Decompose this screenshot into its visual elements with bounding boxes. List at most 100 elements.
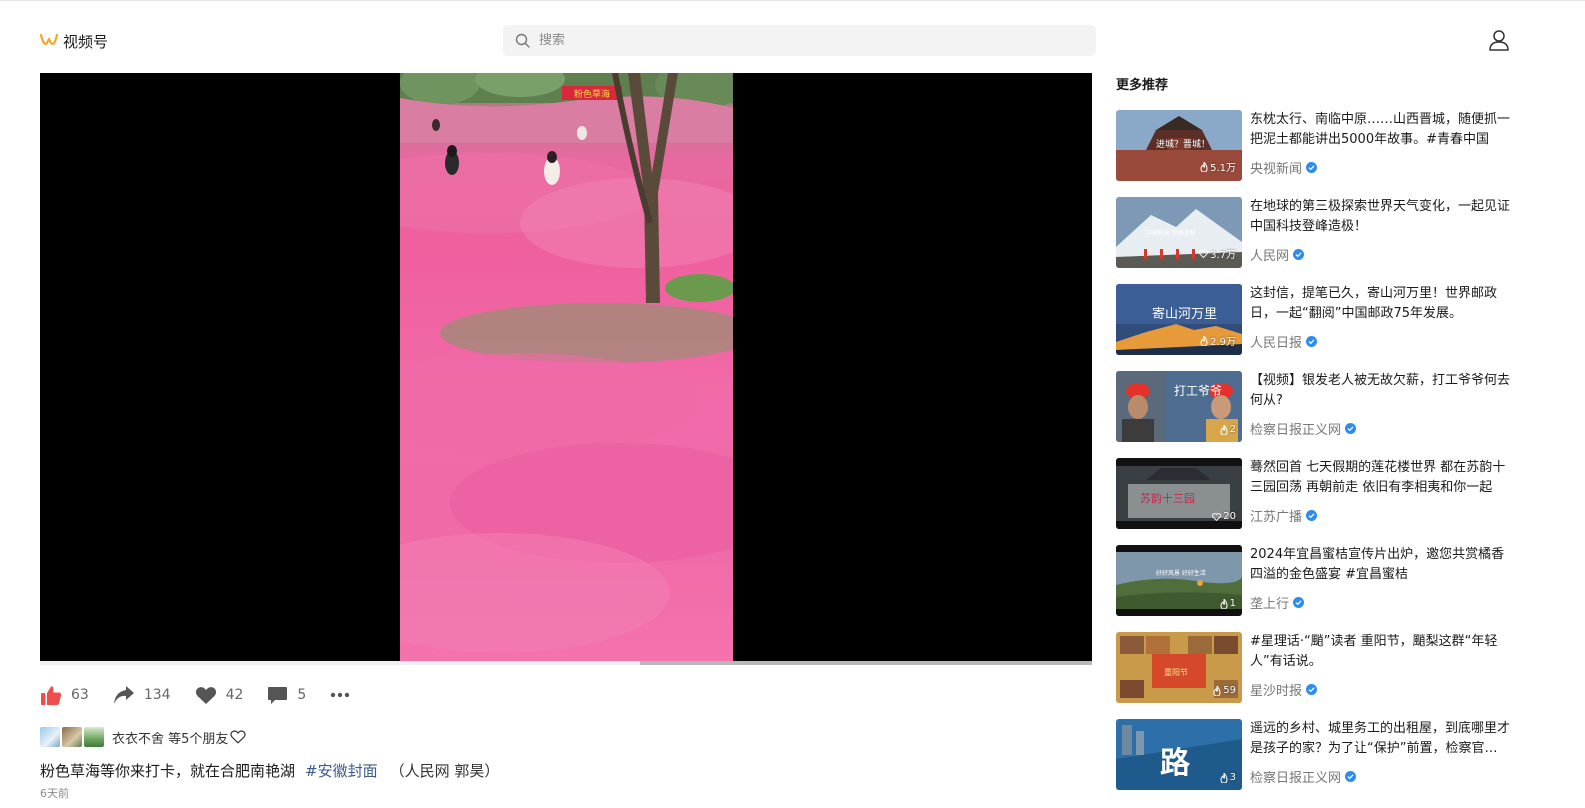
- view-count: 20: [1212, 511, 1236, 522]
- video-thumbnail[interactable]: 进城？晋城！ 5.1万: [1116, 110, 1242, 181]
- recommend-item-title[interactable]: #星理话·“颵”读者 重阳节，颵梨这群“年轻人”有话说。: [1250, 632, 1510, 672]
- heart-icon: [195, 686, 216, 704]
- view-count: 59: [1213, 685, 1236, 696]
- recommend-item-author[interactable]: 人民网: [1250, 245, 1305, 264]
- recommend-item-title[interactable]: 东枕太行、南临中原……山西晋城，随便抓一把泥土都能讲出5000年故事。#青春中国: [1250, 110, 1510, 150]
- avatar: [62, 727, 82, 747]
- video-thumbnail[interactable]: 重阳节 59: [1116, 632, 1242, 703]
- post-caption: 粉色草海等你来打卡，就在合肥南艳湖 #安徽封面 （人民网 郭昊）: [40, 760, 499, 781]
- video-thumbnail[interactable]: 中国科技 登峰造极 3.7万: [1116, 197, 1242, 268]
- flame-icon: [1200, 161, 1208, 172]
- video-thumbnail[interactable]: 路 3: [1116, 719, 1242, 790]
- verified-icon: [1345, 423, 1357, 434]
- more-button[interactable]: [330, 692, 350, 698]
- verified-icon: [1293, 597, 1305, 608]
- recommend-item-author[interactable]: 检察日报正义网: [1250, 419, 1357, 438]
- like-count: 63: [71, 687, 89, 703]
- avatar: [84, 727, 104, 747]
- search-bar[interactable]: [503, 25, 1096, 56]
- svg-text:寄山河万里: 寄山河万里: [1152, 306, 1217, 322]
- verified-icon: [1306, 162, 1318, 173]
- thumbs-up-icon: [41, 685, 62, 705]
- svg-text:好好风景 好好生活: 好好风景 好好生活: [1156, 569, 1206, 577]
- recommend-item[interactable]: 打工爷爷 2 【视频】银发老人被无故欠薪，打工爷爷何去何从? 检察日报正义网: [1116, 371, 1516, 442]
- view-count: 1: [1220, 598, 1236, 609]
- caption-source: （人民网 郭昊）: [389, 762, 500, 780]
- flame-icon: [1200, 335, 1208, 346]
- comment-icon: [268, 686, 288, 704]
- more-icon: [331, 692, 350, 698]
- like-button[interactable]: 63: [40, 685, 89, 706]
- flame-icon: [1213, 685, 1221, 696]
- svg-text:中国科技 登峰造极: 中国科技 登峰造极: [1146, 229, 1196, 237]
- recommend-item[interactable]: 重阳节 59 #星理话·“颵”读者 重阳节，颵梨这群“年轻人”有话说。 星沙时报: [1116, 632, 1516, 703]
- view-count: 5.1万: [1200, 159, 1236, 174]
- recommend-item-author[interactable]: 星沙时报: [1250, 680, 1318, 699]
- heart-outline-icon: [230, 730, 247, 744]
- recommend-item[interactable]: 好好风景 好好生活 1 2024年宜昌蜜桔宣传片出炉，邀您共赏橘香四溢的金色盛宴…: [1116, 545, 1516, 616]
- video-thumbnail[interactable]: 打工爷爷 2: [1116, 371, 1242, 442]
- app-name: 视频号: [63, 32, 109, 51]
- heart-outline-icon: [1199, 249, 1209, 258]
- action-bar: 63 134 42 5: [40, 684, 374, 706]
- video-thumbnail[interactable]: 苏韵十三园 20: [1116, 458, 1242, 529]
- caption-text: 粉色草海等你来打卡，就在合肥南艳湖: [40, 762, 296, 780]
- recommend-item-title[interactable]: 2024年宜昌蜜桔宣传片出炉，邀您共赏橘香四溢的金色盛宴 #宜昌蜜桔: [1250, 545, 1510, 585]
- recommend-item-author[interactable]: 人民日报: [1250, 332, 1318, 351]
- flame-icon: [1220, 424, 1228, 435]
- recommend-item-author[interactable]: 央视新闻: [1250, 158, 1318, 177]
- search-input[interactable]: [539, 33, 1059, 48]
- heart-outline-icon: [1212, 512, 1222, 521]
- svg-text:路: 路: [1160, 746, 1191, 781]
- svg-text:重阳节: 重阳节: [1164, 667, 1188, 677]
- recommend-item[interactable]: 进城？晋城！ 5.1万 东枕太行、南临中原……山西晋城，随便抓一把泥土都能讲出5…: [1116, 110, 1516, 181]
- view-count: 3: [1220, 772, 1236, 783]
- recommend-item-title[interactable]: 遥远的乡村、城里务工的出租屋，到底哪里才是孩子的家？为了让“保护”前置，检察官们…: [1250, 719, 1510, 759]
- share-button[interactable]: 134: [113, 685, 171, 705]
- top-divider: [0, 0, 1585, 1]
- recommend-list: 进城？晋城！ 5.1万 东枕太行、南临中原……山西晋城，随便抓一把泥土都能讲出5…: [1116, 110, 1516, 806]
- video-progress-fill: [639, 661, 1092, 665]
- recommend-item[interactable]: 寄山河万里 2.9万 这封信，提笔已久，寄山河万里！世界邮政日，一起“翻阅”中国…: [1116, 284, 1516, 355]
- favorite-count: 42: [225, 687, 244, 703]
- hashtag-link[interactable]: #安徽封面: [305, 762, 378, 780]
- recommend-item-author[interactable]: 江苏广播: [1250, 506, 1318, 525]
- svg-text:打工爷爷: 打工爷爷: [1174, 384, 1222, 398]
- recommend-item-title[interactable]: 蓦然回首 七天假期的莲花楼世界 都在苏韵十三园回荡 再朝前走 依旧有李相夷和你一…: [1250, 458, 1510, 498]
- video-progress-bar[interactable]: [40, 661, 1092, 665]
- avatar: [40, 727, 60, 747]
- video-thumbnail[interactable]: 好好风景 好好生活 1: [1116, 545, 1242, 616]
- recommend-item-title[interactable]: 在地球的第三极探索世界天气变化，一起见证中国科技登峰造极！: [1250, 197, 1510, 237]
- view-count: 2.9万: [1200, 333, 1236, 348]
- friend-avatars: [40, 727, 104, 747]
- recommend-item[interactable]: 路 3 遥远的乡村、城里务工的出租屋，到底哪里才是孩子的家？为了让“保护”前置，…: [1116, 719, 1516, 790]
- friends-liked-text: 衣衣不舍 等5个朋友: [112, 731, 229, 747]
- comment-count: 5: [297, 687, 307, 703]
- verified-icon: [1306, 684, 1318, 695]
- verified-icon: [1306, 336, 1318, 347]
- banner-text: 粉色草海: [574, 88, 610, 100]
- verified-icon: [1306, 510, 1318, 521]
- comment-button[interactable]: 5: [267, 686, 306, 705]
- recommend-item[interactable]: 苏韵十三园 20 蓦然回首 七天假期的莲花楼世界 都在苏韵十三园回荡 再朝前走 …: [1116, 458, 1516, 529]
- recommend-item-author[interactable]: 检察日报正义网: [1250, 767, 1357, 786]
- recommend-item[interactable]: 中国科技 登峰造极 3.7万 在地球的第三极探索世界天气变化，一起见证中国科技登…: [1116, 197, 1516, 268]
- friends-liked-row[interactable]: 衣衣不舍 等5个朋友: [40, 727, 247, 747]
- favorite-button[interactable]: 42: [195, 686, 244, 705]
- view-count: 2: [1220, 424, 1236, 435]
- video-frame: 粉色草海: [400, 73, 733, 661]
- app-logo[interactable]: 视频号: [40, 30, 108, 52]
- channels-logo-icon: [40, 34, 58, 46]
- view-count: 3.7万: [1199, 246, 1236, 261]
- recommend-item-title[interactable]: 这封信，提笔已久，寄山河万里！世界邮政日，一起“翻阅”中国邮政75年发展。: [1250, 284, 1510, 324]
- video-thumbnail[interactable]: 寄山河万里 2.9万: [1116, 284, 1242, 355]
- flame-icon: [1220, 772, 1228, 783]
- share-count: 134: [143, 687, 171, 703]
- user-profile-button[interactable]: [1488, 29, 1510, 51]
- recommend-title: 更多推荐: [1116, 78, 1169, 93]
- flame-icon: [1220, 598, 1228, 609]
- recommend-item-title[interactable]: 【视频】银发老人被无故欠薪，打工爷爷何去何从?: [1250, 371, 1510, 411]
- user-icon: [1489, 30, 1509, 51]
- video-player[interactable]: 粉色草海: [40, 73, 1092, 661]
- recommend-item-author[interactable]: 垄上行: [1250, 593, 1305, 612]
